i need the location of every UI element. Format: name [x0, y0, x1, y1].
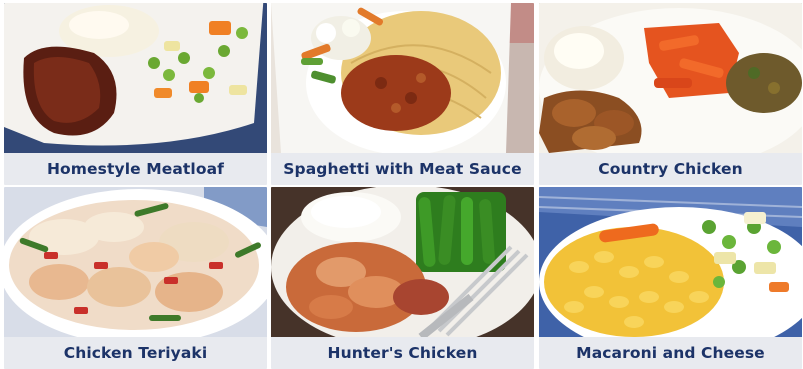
meal-name-label: Homestyle Meatloaf [4, 153, 267, 185]
meal-name-label: Country Chicken [539, 153, 802, 185]
meal-photo-hunters-chicken [271, 187, 534, 337]
meal-photo-homestyle-meatloaf [4, 3, 267, 153]
meal-photo-chicken-teriyaki [4, 187, 267, 337]
meal-name-label: Hunter's Chicken [271, 337, 534, 369]
meal-photo-spaghetti-with-meat-sauce [271, 3, 534, 153]
meal-tile-macaroni-and-cheese[interactable]: Macaroni and Cheese [539, 187, 802, 369]
meal-tile-homestyle-meatloaf[interactable]: Homestyle Meatloaf [4, 3, 267, 185]
meal-tile-spaghetti-with-meat-sauce[interactable]: Spaghetti with Meat Sauce [271, 3, 534, 185]
meal-tile-hunters-chicken[interactable]: Hunter's Chicken [271, 187, 534, 369]
meal-photo-country-chicken [539, 3, 802, 153]
meal-name-label: Spaghetti with Meat Sauce [271, 153, 534, 185]
meal-photo-macaroni-and-cheese [539, 187, 802, 337]
meal-grid: Homestyle Meatloaf Spaghetti with Meat S… [0, 0, 803, 369]
meal-tile-chicken-teriyaki[interactable]: Chicken Teriyaki [4, 187, 267, 369]
meal-tile-country-chicken[interactable]: Country Chicken [539, 3, 802, 185]
meal-name-label: Macaroni and Cheese [539, 337, 802, 369]
meal-name-label: Chicken Teriyaki [4, 337, 267, 369]
